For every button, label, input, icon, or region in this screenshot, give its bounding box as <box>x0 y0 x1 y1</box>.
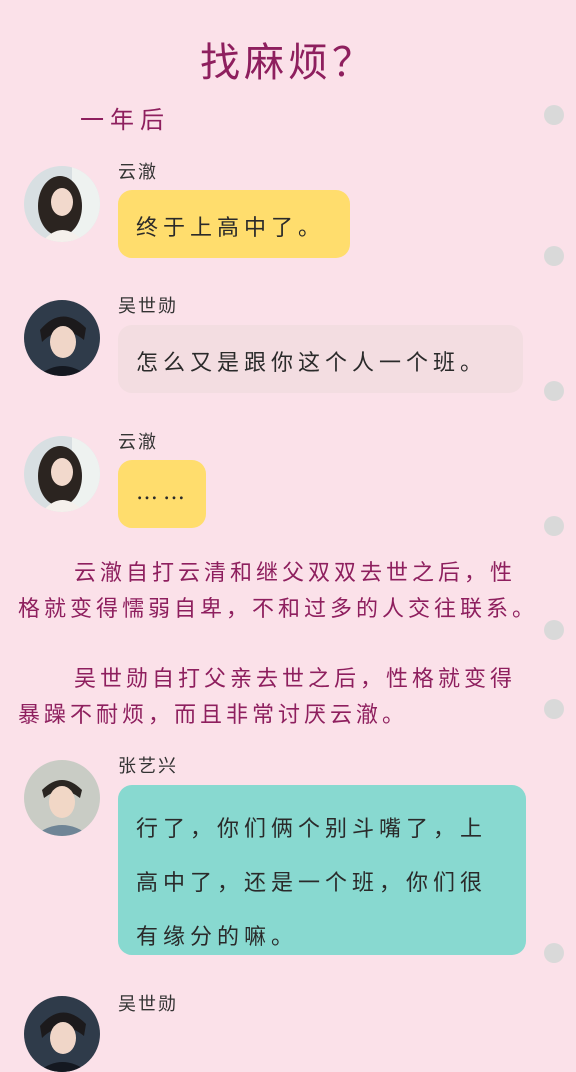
boy-avatar[interactable] <box>24 300 100 376</box>
message-bubble: 行了，你们俩个别斗嘴了，上高中了，还是一个班，你们很有缘分的嘛。 <box>118 785 526 955</box>
sender-name: 云澈 <box>118 432 158 453</box>
sender-name: 张艺兴 <box>118 756 178 777</box>
time-subtitle: 一年后 <box>80 106 170 134</box>
sender-name: 吴世勋 <box>118 994 178 1015</box>
girl-avatar[interactable] <box>24 436 100 512</box>
boy-avatar[interactable] <box>24 760 100 836</box>
scroll-dot[interactable] <box>544 516 564 536</box>
scroll-dot[interactable] <box>544 105 564 125</box>
scroll-dot[interactable] <box>544 699 564 719</box>
sender-name: 云澈 <box>118 162 158 183</box>
narration-paragraph: 云澈自打云清和继父双双去世之后，性格就变得懦弱自卑，不和过多的人交往联系。 <box>18 561 539 622</box>
sender-name: 吴世勋 <box>118 296 178 317</box>
scroll-dot[interactable] <box>544 620 564 640</box>
message-bubble: 怎么又是跟你这个人一个班。 <box>118 325 523 393</box>
message-bubble: …… <box>118 460 206 528</box>
narration-paragraph: 吴世勋自打父亲去世之后，性格就变得暴躁不耐烦，而且非常讨厌云澈。 <box>18 667 517 728</box>
girl-avatar[interactable] <box>24 166 100 242</box>
scroll-dot[interactable] <box>544 246 564 266</box>
message-bubble: 终于上高中了。 <box>118 190 350 258</box>
boy-avatar[interactable] <box>24 996 100 1072</box>
page-title: 找麻烦？ <box>200 40 376 86</box>
scroll-dot[interactable] <box>544 943 564 963</box>
scroll-dot[interactable] <box>544 381 564 401</box>
